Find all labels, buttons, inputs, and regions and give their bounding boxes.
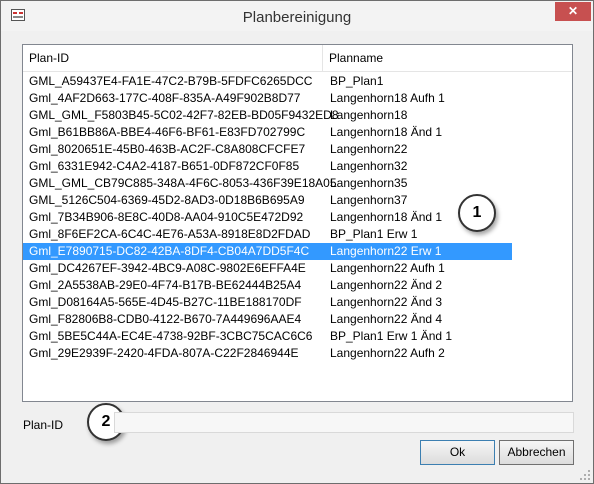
planname-cell: Langenhorn18 Aufh 1 — [330, 91, 445, 105]
planname-cell: Langenhorn18 Änd 1 — [330, 210, 443, 224]
plan-id-cell: Gml_F82806B8-CDB0-4122-B670-7A449696AAE4 — [29, 312, 302, 326]
planname-cell: Langenhorn22 Änd 2 — [330, 278, 443, 292]
cancel-button[interactable]: Abbrechen — [499, 440, 574, 465]
title-bar[interactable]: Planbereinigung ✕ — [1, 1, 593, 31]
plan-id-cell: GML_5126C504-6369-45D2-8AD3-0D18B6B695A9 — [29, 193, 305, 207]
plan-id-cell: Gml_8020651E-45B0-463B-AC2F-C8A808CFCFE7 — [29, 142, 306, 156]
table-row[interactable]: GML_GML_CB79C885-348A-4F6C-8053-436F39E1… — [23, 175, 572, 192]
table-row[interactable]: Gml_D08164A5-565E-4D45-B27C-11BE188170DF… — [23, 294, 572, 311]
planname-cell: Langenhorn22 — [330, 142, 408, 156]
planname-cell: Langenhorn32 — [330, 159, 408, 173]
planname-cell: Langenhorn22 Aufh 1 — [330, 261, 445, 275]
planname-cell: Langenhorn22 Änd 3 — [330, 295, 443, 309]
table-row[interactable]: Gml_8020651E-45B0-463B-AC2F-C8A808CFCFE7… — [23, 141, 572, 158]
plan-id-field[interactable] — [114, 412, 574, 433]
plan-id-cell: Gml_29E2939F-2420-4FDA-807A-C22F2846944E — [29, 346, 299, 360]
plan-id-cell: Gml_E7890715-DC82-42BA-8DF4-CB04A7DD5F4C — [29, 244, 310, 258]
table-row[interactable]: Gml_5BE5C44A-EC4E-4738-92BF-3CBC75CAC6C6… — [23, 328, 572, 345]
planname-cell: Langenhorn37 — [330, 193, 408, 207]
plan-id-cell: Gml_B61BB86A-BBE4-46F6-BF61-E83FD702799C — [29, 125, 306, 139]
table-row[interactable]: GML_GML_F5803B45-5C02-42F7-82EB-BD05F943… — [23, 107, 572, 124]
planname-cell: BP_Plan1 Erw 1 Änd 1 — [330, 329, 453, 343]
table-row[interactable]: Gml_8F6EF2CA-6C4C-4E76-A53A-8918E8D2FDAD… — [23, 226, 572, 243]
table-row[interactable]: Gml_6331E942-C4A2-4187-B651-0DF872CF0F85… — [23, 158, 572, 175]
planname-cell: Langenhorn22 Erw 1 — [330, 244, 442, 258]
plan-id-cell: Gml_D08164A5-565E-4D45-B27C-11BE188170DF — [29, 295, 302, 309]
table-row[interactable]: Gml_E7890715-DC82-42BA-8DF4-CB04A7DD5F4C… — [23, 243, 512, 260]
plan-id-cell: GML_GML_F5803B45-5C02-42F7-82EB-BD05F943… — [29, 108, 339, 122]
table-row[interactable]: Gml_29E2939F-2420-4FDA-807A-C22F2846944E… — [23, 345, 572, 362]
resize-grip-icon[interactable] — [579, 469, 591, 481]
column-header-plan-id[interactable]: Plan-ID — [23, 45, 323, 71]
planname-cell: BP_Plan1 — [330, 74, 384, 88]
plan-id-cell: Gml_7B34B906-8E8C-40D8-AA04-910C5E472D92 — [29, 210, 304, 224]
plan-id-cell: Gml_2A5538AB-29E0-4F74-B17B-BE62444B25A4 — [29, 278, 302, 292]
dialog-window: Planbereinigung ✕ Plan-ID Planname GML_A… — [0, 0, 594, 484]
plan-id-cell: Gml_DC4267EF-3942-4BC9-A08C-9802E6EFFA4E — [29, 261, 306, 275]
planname-cell: Langenhorn35 — [330, 176, 408, 190]
ok-button[interactable]: Ok — [420, 440, 495, 465]
plan-id-cell: GML_GML_CB79C885-348A-4F6C-8053-436F39E1… — [29, 176, 337, 190]
table-row[interactable]: Gml_DC4267EF-3942-4BC9-A08C-9802E6EFFA4E… — [23, 260, 572, 277]
table-row[interactable]: Gml_F82806B8-CDB0-4122-B670-7A449696AAE4… — [23, 311, 572, 328]
plan-id-cell: Gml_6331E942-C4A2-4187-B651-0DF872CF0F85 — [29, 159, 300, 173]
planname-cell: BP_Plan1 Erw 1 — [330, 227, 418, 241]
planname-cell: Langenhorn22 Aufh 2 — [330, 346, 445, 360]
table-row[interactable]: Gml_2A5538AB-29E0-4F74-B17B-BE62444B25A4… — [23, 277, 572, 294]
column-header-planname[interactable]: Planname — [323, 45, 572, 71]
plan-id-label: Plan-ID — [23, 418, 64, 432]
window-title: Planbereinigung — [242, 9, 352, 26]
planname-cell: Langenhorn22 Änd 4 — [330, 312, 443, 326]
plan-id-cell: Gml_4AF2D663-177C-408F-835A-A49F902B8D77 — [29, 91, 301, 105]
plan-id-cell: GML_A59437E4-FA1E-47C2-B79B-5FDFC6265DCC — [29, 74, 313, 88]
plan-id-cell: Gml_8F6EF2CA-6C4C-4E76-A53A-8918E8D2FDAD — [29, 227, 311, 241]
table-row[interactable]: Gml_B61BB86A-BBE4-46F6-BF61-E83FD702799C… — [23, 124, 572, 141]
plan-id-cell: Gml_5BE5C44A-EC4E-4738-92BF-3CBC75CAC6C6 — [29, 329, 313, 343]
table-row[interactable]: GML_A59437E4-FA1E-47C2-B79B-5FDFC6265DCC… — [23, 73, 572, 90]
planname-cell: Langenhorn18 Änd 1 — [330, 125, 443, 139]
table-row[interactable]: Gml_4AF2D663-177C-408F-835A-A49F902B8D77… — [23, 90, 572, 107]
list-header: Plan-ID Planname — [23, 45, 572, 72]
planname-cell: Langenhorn18 — [330, 108, 408, 122]
callout-marker-1: 1 — [458, 194, 496, 232]
close-button[interactable]: ✕ — [555, 2, 591, 21]
